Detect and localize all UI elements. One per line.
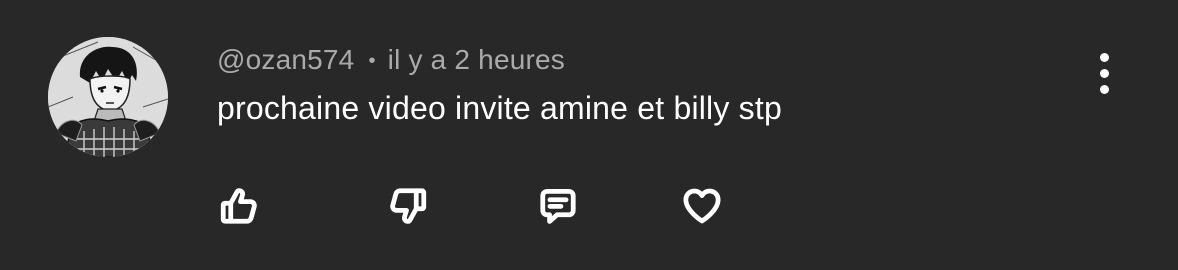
- more-vertical-icon-dot: [1099, 84, 1109, 94]
- more-vertical-icon-dot: [1099, 68, 1109, 78]
- reply-button[interactable]: [534, 182, 582, 230]
- heart-icon: [683, 188, 721, 224]
- thumbs-up-icon: [220, 188, 257, 224]
- heart-button[interactable]: [678, 182, 726, 230]
- comment-timestamp: il y a 2 heures: [387, 44, 565, 75]
- comment-item: @ozan574 • il y a 2 heures prochaine vid…: [0, 0, 1178, 270]
- author-name[interactable]: @ozan574: [217, 44, 354, 76]
- comment-bubble-icon: [540, 188, 576, 224]
- more-vertical-icon: [1099, 52, 1109, 62]
- like-button[interactable]: [215, 182, 263, 230]
- comment-meta: @ozan574 • il y a 2 heures: [217, 42, 565, 78]
- meta-separator: •: [368, 49, 376, 72]
- dislike-button[interactable]: [384, 182, 432, 230]
- comment-text: prochaine video invite amine et billy st…: [217, 90, 782, 126]
- more-options-button[interactable]: [1082, 46, 1126, 100]
- thumbs-down-icon: [390, 188, 427, 224]
- avatar[interactable]: [48, 37, 168, 157]
- avatar-manga-portrait-icon: [48, 37, 168, 157]
